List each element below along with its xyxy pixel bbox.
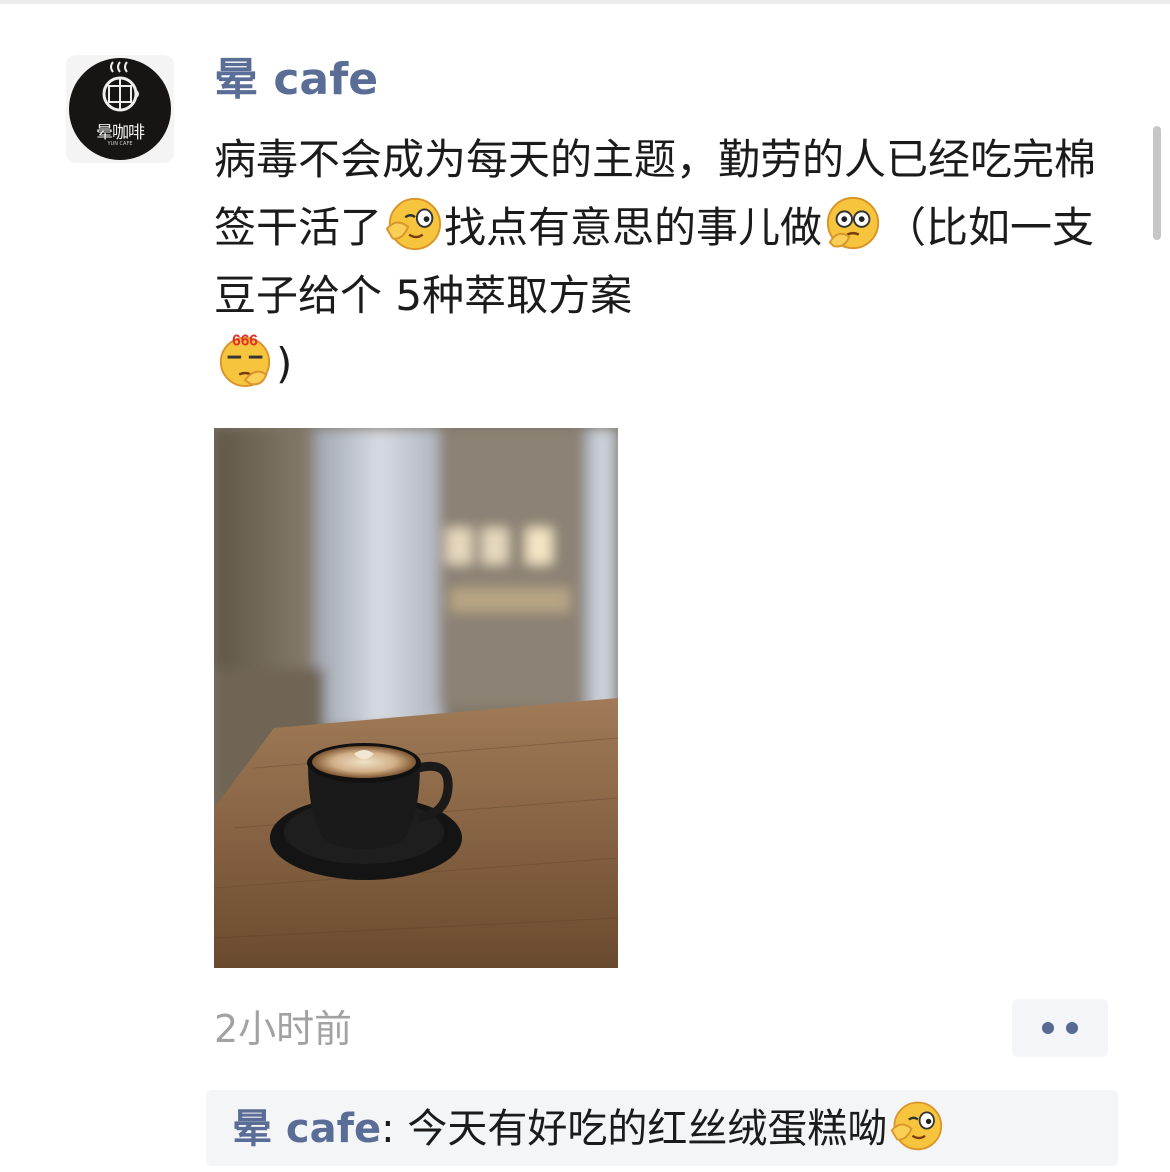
post-text-part-2: 找点有意思的事儿做 (444, 203, 823, 252)
top-divider (0, 0, 1170, 4)
more-dots-icon (1042, 1022, 1054, 1034)
wink-emoji-icon (890, 1101, 943, 1151)
comment-author[interactable]: 晕 cafe (232, 1106, 381, 1152)
comment-separator: : (381, 1106, 408, 1152)
logo-subtext: YUN CAFE (107, 141, 133, 147)
comment-text: 今天有好吃的红丝绒蛋糕呦 (407, 1106, 888, 1152)
post-text-part-4: ) (276, 339, 293, 388)
comment-section: 晕 cafe: 今天有好吃的红丝绒蛋糕呦 (206, 1090, 1118, 1166)
moments-post-page: 晕咖啡 YUN CAFE 晕 cafe 病毒不会成为每天的主题，勤劳的人已经吃完… (0, 0, 1170, 1172)
wink-emoji-icon (385, 197, 442, 251)
more-actions-button[interactable] (1012, 999, 1108, 1057)
cafe-logo-icon: 晕咖啡 YUN CAFE (69, 58, 171, 160)
scrollbar[interactable] (1153, 126, 1161, 240)
post-body: 病毒不会成为每天的主题，勤劳的人已经吃完棉签干活了 找点有意思的事儿做 （比如一… (214, 126, 1114, 398)
avatar[interactable]: 晕咖啡 YUN CAFE (66, 55, 174, 163)
latte-cup-photo (214, 428, 618, 968)
666-emoji-icon: 666 (219, 332, 271, 388)
post-photo[interactable] (214, 428, 618, 968)
post-author-name[interactable]: 晕 cafe (214, 52, 378, 108)
thinking-emoji-icon (826, 196, 880, 250)
666-badge: 666 (232, 332, 258, 349)
more-dots-icon (1066, 1022, 1078, 1034)
comment-item[interactable]: 晕 cafe: 今天有好吃的红丝绒蛋糕呦 (232, 1098, 945, 1160)
logo-text: 晕咖啡 (96, 123, 145, 143)
post-timestamp: 2小时前 (214, 1007, 353, 1051)
